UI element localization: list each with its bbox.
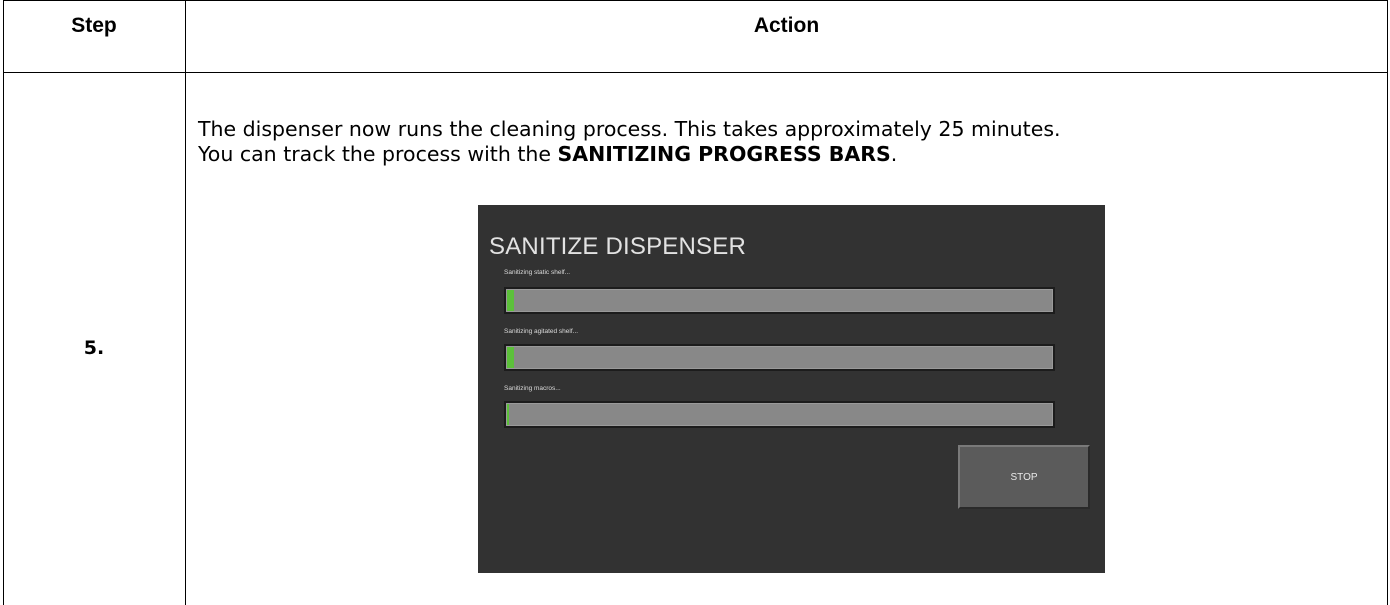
- instruction-text: The dispenser now runs the cleaning proc…: [198, 117, 1378, 167]
- progress-label-macros: Sanitizing macros...: [504, 385, 561, 392]
- instruction-emphasis: SANITIZING PROGRESS BARS: [557, 142, 891, 166]
- instruction-line-2-end: .: [890, 142, 898, 166]
- stop-button[interactable]: STOP: [958, 445, 1090, 509]
- header-step: Step: [71, 14, 117, 37]
- table-top-border: [3, 0, 1388, 1]
- progress-fill-macros: [507, 404, 509, 425]
- step-number: 5.: [83, 337, 105, 359]
- column-divider: [185, 0, 186, 605]
- progress-bar-macros: [504, 401, 1055, 428]
- progress-fill-static-shelf: [507, 290, 514, 311]
- instruction-line-2-start: You can track the process with the: [198, 142, 558, 166]
- instruction-line-2: You can track the process with the SANIT…: [198, 142, 1378, 167]
- screen-title: SANITIZE DISPENSER: [489, 233, 746, 260]
- table-left-border: [3, 0, 4, 605]
- table-right-border: [1387, 0, 1388, 605]
- header-action: Action: [753, 14, 820, 37]
- sanitize-dispenser-screen: SANITIZE DISPENSER Sanitizing static she…: [478, 205, 1105, 573]
- progress-bar-agitated-shelf: [504, 344, 1055, 371]
- progress-fill-agitated-shelf: [507, 347, 514, 368]
- progress-label-static-shelf: Sanitizing static shelf...: [504, 269, 571, 276]
- instruction-line-1: The dispenser now runs the cleaning proc…: [198, 117, 1061, 141]
- header-divider: [3, 72, 1388, 73]
- progress-bar-static-shelf: [504, 287, 1055, 314]
- progress-label-agitated-shelf: Sanitizing agitated shelf...: [504, 328, 579, 335]
